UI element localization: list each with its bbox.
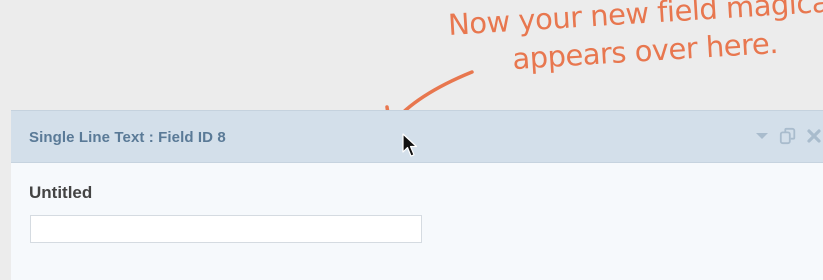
- field-panel: Single Line Text : Field ID 8 Untitled: [11, 110, 823, 280]
- field-header-title: Single Line Text : Field ID 8: [29, 129, 226, 146]
- instruction-annotation: Now your new field magically appears ove…: [447, 0, 823, 82]
- collapse-icon[interactable]: [753, 125, 771, 147]
- field-header-actions: [753, 125, 823, 147]
- duplicate-icon[interactable]: [779, 125, 797, 147]
- field-label: Untitled: [29, 183, 93, 202]
- delete-icon[interactable]: [805, 125, 823, 147]
- field-header[interactable]: Single Line Text : Field ID 8: [11, 111, 823, 163]
- field-text-input[interactable]: [30, 215, 422, 243]
